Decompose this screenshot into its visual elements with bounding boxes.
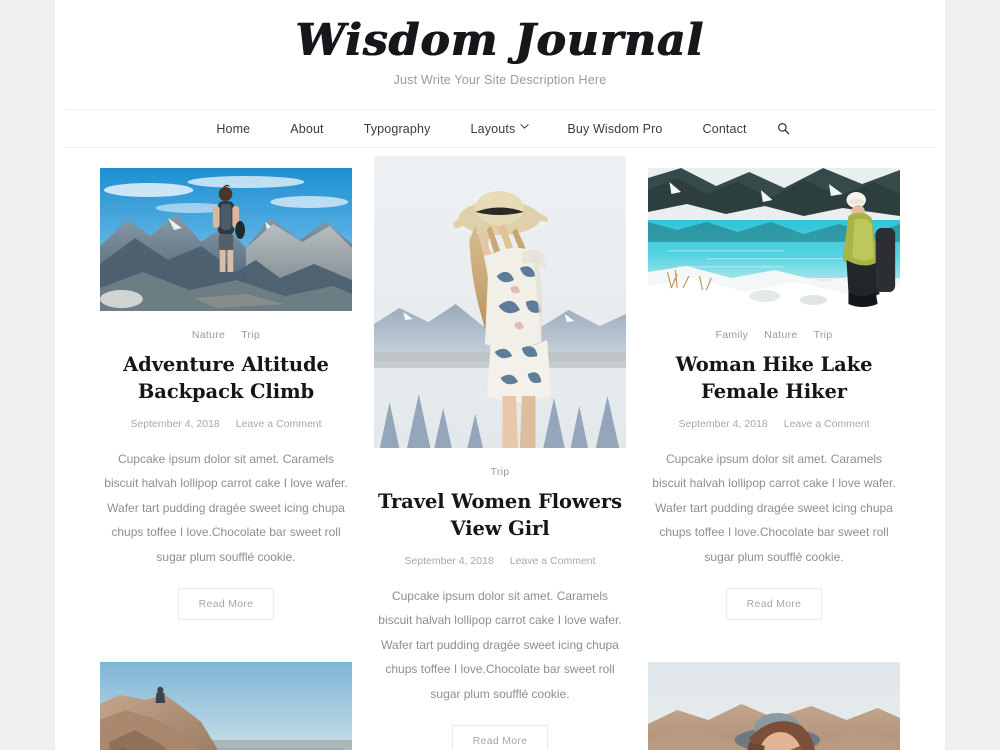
post-categories: Trip bbox=[374, 466, 626, 478]
posts-grid: Nature Trip Adventure Altitude Backpack … bbox=[55, 148, 945, 750]
nav-item-label: Contact bbox=[702, 121, 747, 136]
nav-item-about[interactable]: About bbox=[270, 122, 343, 136]
nav-item-label: Layouts bbox=[470, 121, 516, 136]
post-comment-link[interactable]: Leave a Comment bbox=[236, 418, 322, 430]
nav-item-label: Home bbox=[216, 121, 251, 136]
search-icon[interactable] bbox=[767, 122, 804, 135]
column-right: Family Nature Trip Woman Hike Lake Femal… bbox=[648, 168, 900, 750]
post-thumbnail-woman-hat-lake[interactable] bbox=[648, 661, 900, 750]
post-card: Trip Travel Women Flowers View Girl Sept… bbox=[374, 156, 626, 750]
column-left: Nature Trip Adventure Altitude Backpack … bbox=[100, 168, 352, 750]
post-thumbnail-woman-floral-romper[interactable] bbox=[374, 156, 626, 449]
post-card: Nature Trip Adventure Altitude Backpack … bbox=[100, 168, 352, 620]
category-link[interactable]: Trip bbox=[491, 466, 510, 478]
nav-item-layouts[interactable]: Layouts bbox=[451, 122, 548, 136]
category-link[interactable]: Family bbox=[716, 329, 749, 341]
post-title[interactable]: Travel Women Flowers View Girl bbox=[374, 489, 626, 542]
post-thumbnail-cliff-sea[interactable] bbox=[100, 661, 352, 750]
post-excerpt: Cupcake ipsum dolor sit amet. Caramels b… bbox=[378, 588, 622, 701]
post-date: September 4, 2018 bbox=[404, 554, 494, 567]
post-meta: September 4, 2018 Leave a Comment bbox=[648, 418, 900, 430]
post-comment-link[interactable]: Leave a Comment bbox=[784, 418, 870, 430]
category-link[interactable]: Trip bbox=[814, 329, 833, 341]
post-thumbnail-turquoise-lake[interactable] bbox=[648, 168, 900, 312]
post-categories: Nature Trip bbox=[100, 329, 352, 341]
post-card bbox=[648, 661, 900, 750]
post-card bbox=[100, 661, 352, 750]
read-more-button[interactable]: Read More bbox=[451, 724, 549, 750]
site-container: Wisdom Journal Just Write Your Site Desc… bbox=[55, 0, 945, 750]
read-more-button[interactable]: Read More bbox=[177, 587, 275, 620]
site-title[interactable]: Wisdom Journal bbox=[55, 17, 945, 64]
nav-item-home[interactable]: Home bbox=[196, 122, 270, 136]
post-excerpt: Cupcake ipsum dolor sit amet. Caramels b… bbox=[104, 451, 348, 564]
post-meta: September 4, 2018 Leave a Comment bbox=[374, 555, 626, 567]
nav-item-label: About bbox=[290, 121, 324, 136]
post-title[interactable]: Adventure Altitude Backpack Climb bbox=[100, 352, 352, 405]
post-date: September 4, 2018 bbox=[678, 417, 768, 430]
post-meta: September 4, 2018 Leave a Comment bbox=[100, 418, 352, 430]
post-thumbnail-hiker-mountain[interactable] bbox=[100, 168, 352, 312]
read-more-button[interactable]: Read More bbox=[725, 587, 823, 620]
page-root: Wisdom Journal Just Write Your Site Desc… bbox=[0, 0, 1000, 750]
post-date: September 4, 2018 bbox=[130, 417, 220, 430]
chevron-down-icon bbox=[520, 123, 529, 130]
category-link[interactable]: Nature bbox=[764, 329, 797, 341]
main-navigation: Home About Typography Layouts Buy Wisdom… bbox=[65, 109, 935, 149]
post-excerpt: Cupcake ipsum dolor sit amet. Caramels b… bbox=[652, 451, 896, 564]
site-tagline: Just Write Your Site Description Here bbox=[393, 73, 607, 88]
nav-item-label: Typography bbox=[363, 121, 431, 136]
nav-item-buy-wisdom-pro[interactable]: Buy Wisdom Pro bbox=[547, 122, 682, 136]
nav-item-label: Buy Wisdom Pro bbox=[567, 121, 663, 136]
site-header: Wisdom Journal Just Write Your Site Desc… bbox=[55, 0, 945, 97]
category-link[interactable]: Trip bbox=[241, 329, 260, 341]
category-link[interactable]: Nature bbox=[192, 329, 225, 341]
nav-item-contact[interactable]: Contact bbox=[683, 122, 767, 136]
post-categories: Family Nature Trip bbox=[648, 329, 900, 341]
nav-list: Home About Typography Layouts Buy Wisdom… bbox=[196, 122, 803, 136]
post-title[interactable]: Woman Hike Lake Female Hiker bbox=[648, 352, 900, 405]
post-card: Family Nature Trip Woman Hike Lake Femal… bbox=[648, 168, 900, 620]
nav-item-typography[interactable]: Typography bbox=[344, 122, 451, 136]
column-middle: Trip Travel Women Flowers View Girl Sept… bbox=[374, 156, 626, 750]
post-comment-link[interactable]: Leave a Comment bbox=[510, 555, 596, 567]
